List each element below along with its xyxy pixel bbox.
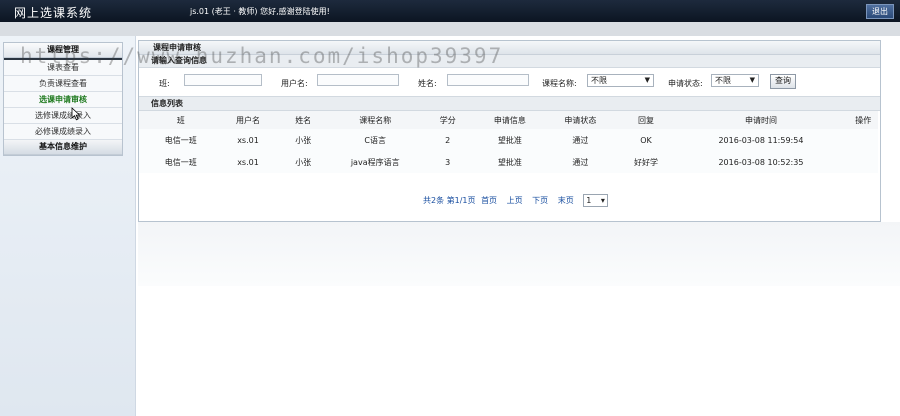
status-label: 申请状态: (668, 79, 703, 88)
background-band (138, 222, 900, 286)
status-select-value: 不限 (715, 76, 731, 85)
main-panel: 课程申请审核 请输入查询信息 班: 用户名: 姓名: 课程名称: 不限 ▼ 申请… (138, 40, 881, 222)
course-select[interactable]: 不限 ▼ (587, 74, 654, 87)
column-header: 申请状态 (542, 111, 619, 129)
sidebar-item-elective-grades[interactable]: 选修课成绩录入 (4, 108, 122, 124)
welcome-text: js.01 (老王 · 教师) 您好,感谢登陆使用! (190, 7, 330, 16)
chevron-down-icon: ▼ (749, 76, 755, 84)
cell-course: java程序语言 (350, 157, 400, 167)
name-input[interactable] (447, 74, 529, 86)
sidebar-item-required-grades[interactable]: 必修课成绩录入 (4, 124, 122, 140)
page-select[interactable]: 1 ▾ (583, 194, 608, 207)
cell-name: 小张 (295, 135, 312, 145)
column-header: 课程名称 (332, 111, 418, 129)
pager-next-link[interactable]: 下页 (532, 196, 548, 205)
cell-class: 电信一班 (164, 157, 197, 167)
pager-summary: 共2条 第1/1页 (423, 196, 476, 205)
menu-group-basic-info[interactable]: 基本信息维护 (4, 140, 122, 155)
pager-first-link[interactable]: 首页 (481, 196, 497, 205)
column-header: 姓名 (273, 111, 333, 129)
cell-status: 通过 (572, 135, 589, 145)
column-header: 申请信息 (477, 111, 542, 129)
cell-class: 电信一班 (164, 135, 197, 145)
app-title: 网上选课系统 (14, 6, 93, 20)
page-select-value: 1 (586, 196, 592, 205)
mouse-cursor-icon (71, 107, 81, 121)
sidebar-item-courses-in-charge[interactable]: 负责课程查看 (4, 76, 122, 92)
top-header: 网上选课系统 js.01 (老王 · 教师) 您好,感谢登陆使用! 退出 (0, 0, 900, 22)
query-heading: 请输入查询信息 (139, 55, 880, 68)
pagination: 共2条 第1/1页 首页 上页 下页 末页 1 ▾ (423, 194, 615, 207)
username-input[interactable] (317, 74, 399, 86)
name-label: 姓名: (418, 79, 437, 88)
column-header: 操作 (848, 111, 878, 129)
cell-username: xs.01 (237, 157, 259, 167)
class-input[interactable] (184, 74, 262, 86)
username-label: 用户名: (281, 79, 308, 88)
cell-reply: 好好学 (634, 157, 659, 167)
cell-request: 望批准 (497, 135, 522, 145)
query-form: 班: 用户名: 姓名: 课程名称: 不限 ▼ 申请状态: 不限 ▼ 查询 (139, 68, 880, 96)
column-header: 回复 (618, 111, 674, 129)
sidebar-item-timetable[interactable]: 课表查看 (4, 60, 122, 76)
cell-time: 2016-03-08 10:52:35 (718, 157, 804, 167)
column-header: 申请时间 (673, 111, 849, 129)
cell-credit: 2 (445, 135, 451, 145)
pager-last-link[interactable]: 末页 (558, 196, 574, 205)
cell-action[interactable] (849, 129, 878, 151)
status-select[interactable]: 不限 ▼ (711, 74, 759, 87)
cell-course: C语言 (364, 135, 386, 145)
cell-name: 小张 (295, 157, 312, 167)
cell-username: xs.01 (237, 135, 259, 145)
column-header: 班 (139, 111, 223, 129)
cell-time: 2016-03-08 11:59:54 (718, 135, 804, 145)
sidebar: 课程管理 课表查看 负责课程查看 选课申请审核 选修课成绩录入 必修课成绩录入 … (0, 36, 136, 416)
cell-credit: 3 (445, 157, 451, 167)
table-row: 电信一班 xs.01 小张 java程序语言 3 望批准 通过 好好学 2016… (139, 151, 878, 173)
column-header: 用户名 (222, 111, 274, 129)
application-table: 班 用户名 姓名 课程名称 学分 申请信息 申请状态 回复 申请时间 操作 电信… (139, 111, 878, 173)
class-label: 班: (159, 79, 170, 88)
search-button[interactable]: 查询 (770, 74, 796, 89)
menu-group-course-management[interactable]: 课程管理 (4, 43, 122, 58)
column-header: 学分 (417, 111, 478, 129)
sidebar-item-application-review[interactable]: 选课申请审核 (4, 92, 122, 108)
sidebar-menu: 课程管理 课表查看 负责课程查看 选课申请审核 选修课成绩录入 必修课成绩录入 … (3, 42, 123, 156)
logout-button[interactable]: 退出 (866, 4, 894, 19)
cell-status: 通过 (572, 157, 589, 167)
table-header-row: 班 用户名 姓名 课程名称 学分 申请信息 申请状态 回复 申请时间 操作 (139, 111, 878, 129)
cell-reply: OK (640, 135, 652, 145)
course-select-value: 不限 (591, 76, 607, 85)
header-strip (0, 22, 900, 36)
cell-action[interactable] (849, 151, 878, 173)
cell-request: 望批准 (497, 157, 522, 167)
table-row: 电信一班 xs.01 小张 C语言 2 望批准 通过 OK 2016-03-08… (139, 129, 878, 151)
pager-prev-link[interactable]: 上页 (507, 196, 523, 205)
list-heading: 信息列表 (139, 96, 880, 111)
chevron-down-icon: ▼ (644, 76, 650, 84)
course-label: 课程名称: (542, 79, 577, 88)
panel-title: 课程申请审核 (139, 41, 880, 55)
